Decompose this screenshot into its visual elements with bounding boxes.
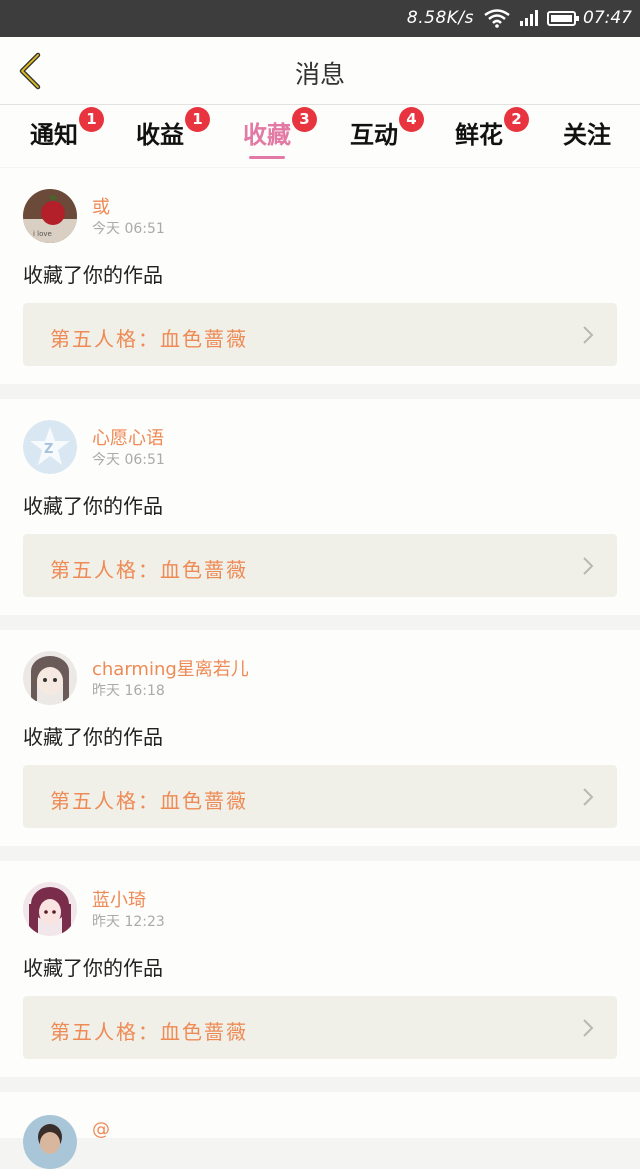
tab-badge: 2 [504, 107, 529, 132]
action-text: 收藏了你的作品 [23, 956, 163, 980]
tab-badge: 4 [399, 107, 424, 132]
status-bar: 8.58K/s 07:47 [0, 0, 640, 37]
active-tab-indicator [249, 156, 285, 159]
wifi-icon [484, 9, 510, 28]
avatar[interactable] [23, 1115, 77, 1169]
tab-bar: 通知 1 收益 1 收藏 3 互动 4 鲜花 2 关注 [0, 105, 640, 167]
tab-notifications[interactable]: 通知 1 [19, 107, 104, 150]
timestamp: 昨天 16:18 [92, 683, 165, 699]
work-title: 第五人格：血色蔷薇 [50, 1020, 248, 1044]
username[interactable]: @ [92, 1119, 110, 1140]
tab-label: 收益 [136, 121, 184, 149]
timestamp: 昨天 12:23 [92, 914, 165, 930]
timestamp: 今天 06:51 [92, 221, 165, 237]
tab-label: 互动 [350, 121, 398, 149]
header: 消息 [0, 37, 640, 105]
tab-badge: 1 [79, 107, 104, 132]
message-card: Z 心愿心语 今天 06:51 收藏了你的作品 第五人格：血色蔷薇 [0, 399, 640, 615]
avatar[interactable]: i love [23, 189, 77, 243]
status-time: 07:47 [583, 8, 632, 28]
message-card: 蓝小琦 昨天 12:23 收藏了你的作品 第五人格：血色蔷薇 [0, 861, 640, 1077]
tab-label: 鲜花 [455, 121, 503, 149]
avatar[interactable] [23, 651, 77, 705]
username[interactable]: charming星离若儿 [92, 655, 249, 681]
page-title: 消息 [294, 60, 345, 89]
work-link[interactable]: 第五人格：血色蔷薇 [23, 534, 617, 597]
work-link[interactable]: 第五人格：血色蔷薇 [23, 765, 617, 828]
username[interactable]: 蓝小琦 [92, 886, 146, 912]
tab-label: 关注 [563, 121, 611, 149]
tab-badge: 3 [292, 107, 317, 132]
work-title: 第五人格：血色蔷薇 [50, 789, 248, 813]
tab-favorites[interactable]: 收藏 3 [232, 107, 317, 150]
chevron-right-icon [583, 557, 594, 575]
username[interactable]: 心愿心语 [92, 424, 164, 450]
svg-text:Z: Z [44, 442, 53, 457]
network-speed: 8.58K/s [406, 8, 474, 28]
work-title: 第五人格：血色蔷薇 [50, 327, 248, 351]
chevron-right-icon [583, 1019, 594, 1037]
tab-earnings[interactable]: 收益 1 [125, 107, 210, 150]
chevron-right-icon [583, 326, 594, 344]
signal-icon [520, 10, 538, 26]
tab-label: 收藏 [243, 121, 291, 149]
tab-badge: 1 [185, 107, 210, 132]
username[interactable]: 或 [92, 193, 110, 219]
timestamp: 今天 06:51 [92, 452, 165, 468]
work-title: 第五人格：血色蔷薇 [50, 558, 248, 582]
message-card: charming星离若儿 昨天 16:18 收藏了你的作品 第五人格：血色蔷薇 [0, 630, 640, 846]
chevron-right-icon [583, 788, 594, 806]
action-text: 收藏了你的作品 [23, 263, 163, 287]
message-card: i love 或 今天 06:51 收藏了你的作品 第五人格：血色蔷薇 [0, 168, 640, 384]
work-link[interactable]: 第五人格：血色蔷薇 [23, 996, 617, 1059]
work-link[interactable]: 第五人格：血色蔷薇 [23, 303, 617, 366]
tab-follows[interactable]: 关注 [552, 115, 622, 150]
action-text: 收藏了你的作品 [23, 725, 163, 749]
tab-interactions[interactable]: 互动 4 [339, 107, 424, 150]
action-text: 收藏了你的作品 [23, 494, 163, 518]
svg-text:i love: i love [33, 230, 52, 238]
battery-icon [547, 11, 579, 26]
tab-flowers[interactable]: 鲜花 2 [444, 107, 529, 150]
avatar[interactable] [23, 882, 77, 936]
tab-label: 通知 [30, 121, 78, 149]
avatar[interactable]: Z [23, 420, 77, 474]
